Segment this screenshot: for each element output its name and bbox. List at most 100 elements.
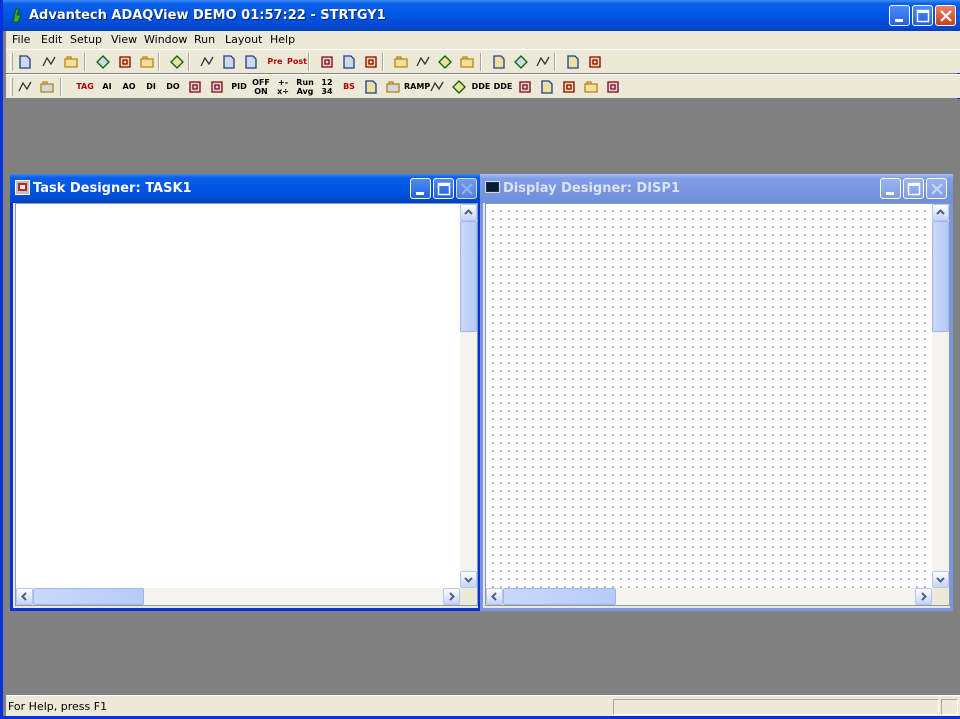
menu-edit[interactable]: Edit [41, 33, 62, 46]
sound-button[interactable] [558, 77, 580, 97]
paste-button[interactable] [136, 52, 158, 72]
menu-layout[interactable]: Layout [225, 33, 262, 46]
forward-button[interactable] [434, 52, 456, 72]
web-button[interactable] [602, 77, 624, 97]
display-horizontal-scrollbar[interactable] [486, 588, 932, 605]
display-minimize-button[interactable] [880, 178, 901, 199]
protect-button[interactable] [532, 52, 554, 72]
chevron-down-icon [936, 577, 945, 583]
on-off-button[interactable]: OFF ON [250, 77, 272, 97]
context-help-button[interactable] [584, 52, 606, 72]
connect-button[interactable] [36, 77, 58, 97]
title-bar[interactable]: Advantech ADAQView DEMO 01:57:22 - STRTG… [3, 0, 960, 31]
temperature-button[interactable] [184, 77, 206, 97]
counter-button[interactable] [206, 77, 228, 97]
ramp-button[interactable]: RAMP [404, 77, 430, 97]
display-icon [321, 56, 333, 68]
alarm-button[interactable] [536, 77, 558, 97]
menu-help[interactable]: Help [270, 33, 295, 46]
task-maximize-button[interactable] [433, 178, 454, 199]
display-maximize-button[interactable] [903, 178, 924, 199]
display-close-button[interactable] [926, 178, 947, 199]
display-button[interactable] [316, 52, 338, 72]
task-down-icon [223, 55, 235, 69]
open-button[interactable] [38, 52, 60, 72]
import-button[interactable] [448, 77, 470, 97]
backward-button[interactable] [456, 52, 478, 72]
scroll-right-button[interactable] [443, 588, 460, 605]
math-button[interactable]: +- x÷ [272, 77, 294, 97]
scroll-left-button[interactable] [486, 588, 503, 605]
pointer-button[interactable] [14, 77, 36, 97]
menu-run[interactable]: Run [194, 33, 215, 46]
close-button[interactable] [935, 5, 956, 26]
scroll-thumb[interactable] [932, 221, 949, 332]
lock-button[interactable] [488, 52, 510, 72]
bs-button[interactable]: BS [338, 77, 360, 97]
minimize-button[interactable] [889, 5, 910, 26]
scroll-thumb[interactable] [503, 588, 616, 605]
display-config-button[interactable] [360, 52, 382, 72]
step-button[interactable] [412, 52, 434, 72]
menu-view[interactable]: View [111, 33, 137, 46]
add-task-button[interactable] [166, 52, 188, 72]
save-button[interactable] [60, 52, 82, 72]
copy-button[interactable] [114, 52, 136, 72]
scroll-down-button[interactable] [460, 571, 477, 588]
pre-task-button[interactable]: Pre [264, 52, 286, 72]
number-button[interactable]: 12 34 [316, 77, 338, 97]
analog-out-button[interactable]: AO [118, 77, 140, 97]
menu-window[interactable]: Window [144, 33, 187, 46]
display-vertical-scrollbar[interactable] [932, 204, 949, 588]
export-button[interactable] [426, 77, 448, 97]
task-horizontal-scrollbar[interactable] [16, 588, 460, 605]
scroll-thumb[interactable] [33, 588, 144, 605]
network-button[interactable] [514, 77, 536, 97]
task-canvas[interactable] [15, 203, 478, 606]
help-button[interactable] [562, 52, 584, 72]
scroll-down-button[interactable] [932, 571, 949, 588]
display-canvas[interactable] [485, 203, 950, 606]
toolbar-grip[interactable] [10, 53, 13, 71]
display-add-button[interactable] [338, 52, 360, 72]
task-config-button[interactable] [240, 52, 262, 72]
scroll-up-button[interactable] [460, 204, 477, 221]
task-down-button[interactable] [218, 52, 240, 72]
digital-in-button[interactable]: DI [140, 77, 162, 97]
scroll-thumb[interactable] [460, 221, 477, 332]
new-button[interactable] [14, 52, 36, 72]
task-up-button[interactable] [196, 52, 218, 72]
run-button[interactable] [390, 52, 412, 72]
dde-out-button[interactable]: DDE [470, 77, 492, 97]
toolbar-grip[interactable] [10, 78, 13, 96]
tag-button[interactable]: TAG [74, 77, 96, 97]
script-button[interactable] [580, 77, 602, 97]
post-task-button[interactable]: Post [286, 52, 308, 72]
scroll-right-button[interactable] [915, 588, 932, 605]
event-button[interactable] [382, 77, 404, 97]
task-vertical-scrollbar[interactable] [460, 204, 477, 588]
on-off-icon: OFF ON [252, 78, 270, 96]
status-bar: For Help, press F1 [6, 695, 960, 716]
size-grip[interactable] [932, 588, 949, 605]
maximize-button[interactable] [912, 5, 933, 26]
dde-in-button[interactable]: DDE [492, 77, 514, 97]
unlock-button[interactable] [510, 52, 532, 72]
scroll-up-button[interactable] [932, 204, 949, 221]
forward-icon [438, 55, 452, 69]
task-designer-titlebar[interactable]: Task Designer: TASK1 [10, 174, 481, 203]
digital-out-button[interactable]: DO [162, 77, 184, 97]
timer-button[interactable] [360, 77, 382, 97]
analog-in-button[interactable]: AI [96, 77, 118, 97]
menu-file[interactable]: File [12, 33, 30, 46]
task-minimize-button[interactable] [410, 178, 431, 199]
task-config-icon [245, 55, 257, 69]
size-grip[interactable] [460, 588, 477, 605]
menu-setup[interactable]: Setup [70, 33, 102, 46]
task-close-button[interactable] [456, 178, 477, 199]
pid-button[interactable]: PID [228, 77, 250, 97]
running-avg-button[interactable]: Run Avg [294, 77, 316, 97]
display-designer-titlebar[interactable]: Display Designer: DISP1 [480, 174, 953, 203]
cut-button[interactable] [92, 52, 114, 72]
scroll-left-button[interactable] [16, 588, 33, 605]
